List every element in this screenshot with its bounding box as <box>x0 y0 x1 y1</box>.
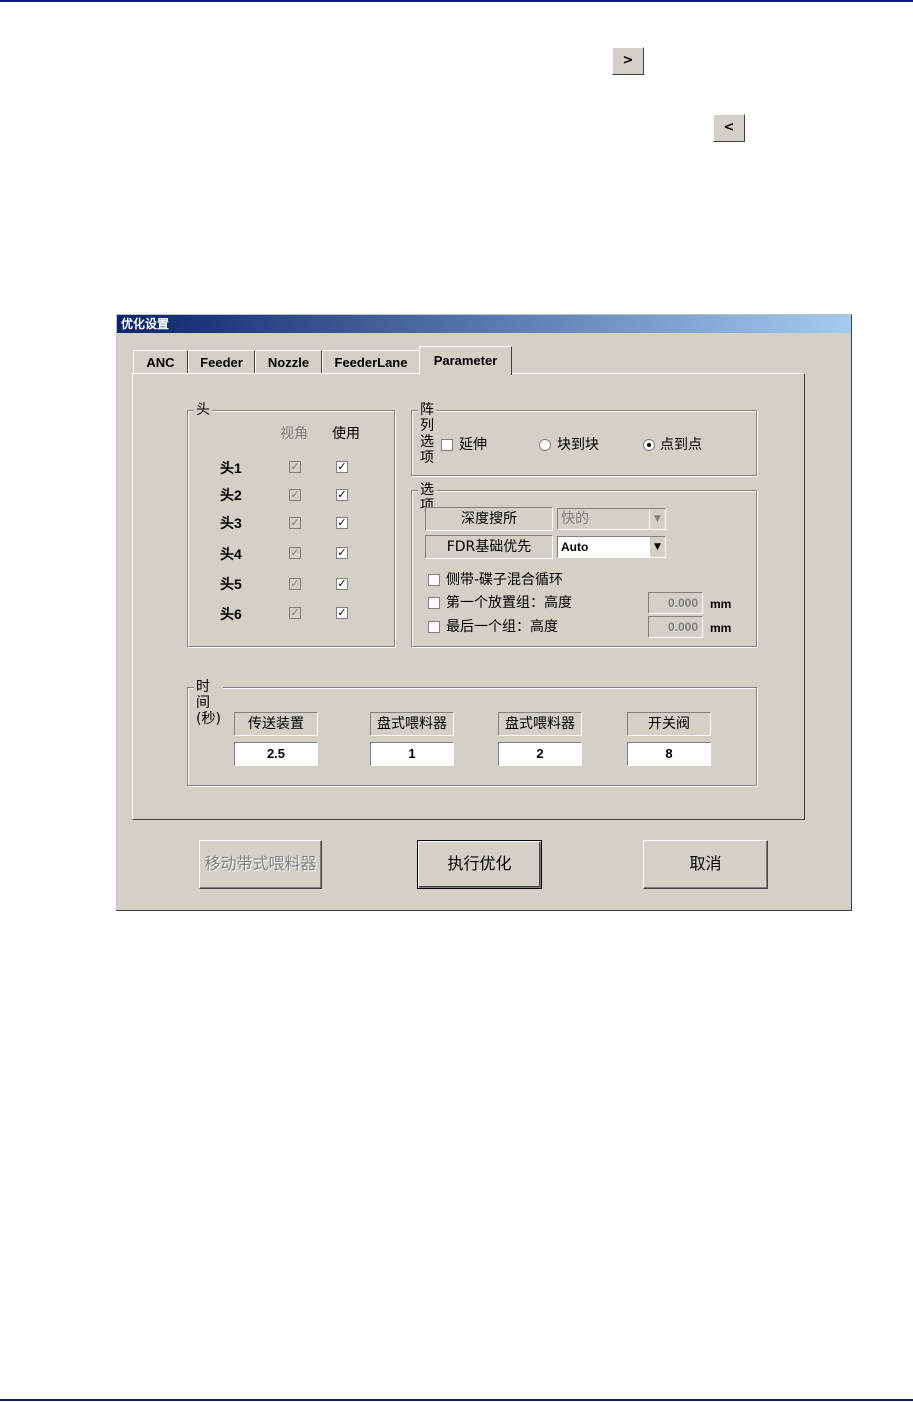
conveyor-label: 传送装置 <box>234 712 318 736</box>
head-1-label: 头1 <box>220 460 242 476</box>
point-to-point-radio[interactable] <box>643 439 655 451</box>
head-6-vision-checkbox: ✓ <box>289 606 301 619</box>
fdr-priority-label: FDR基础优先 <box>425 535 553 559</box>
fdr-priority-value: Auto <box>561 540 589 554</box>
tray-feeder-1-time-input[interactable]: 1 <box>370 742 454 766</box>
head-3-use-checkbox[interactable]: ✓ <box>336 517 348 529</box>
page-bottom-rule <box>0 1399 913 1401</box>
tab-feeder[interactable]: Feeder <box>188 350 255 374</box>
last-group-height-checkbox[interactable] <box>428 621 440 633</box>
last-group-height-input: 0.000 <box>648 616 703 638</box>
head-2-vision-checkbox: ✓ <box>289 488 301 501</box>
radio-selected-dot <box>647 443 651 447</box>
head-5-vision-checkbox: ✓ <box>289 577 301 590</box>
tab-parameter[interactable]: Parameter <box>419 346 512 375</box>
extend-label: 延伸 <box>459 437 487 453</box>
head-1-use-checkbox[interactable]: ✓ <box>336 461 348 473</box>
head-5-use-checkbox[interactable]: ✓ <box>336 578 348 590</box>
array-options-title: 阵列选项 <box>418 402 436 466</box>
fdr-priority-select[interactable]: Auto ▼ <box>557 536 666 558</box>
head-2-label: 头2 <box>220 487 242 503</box>
mix-loop-checkbox[interactable] <box>428 574 440 586</box>
head-4-use-checkbox[interactable]: ✓ <box>336 547 348 559</box>
first-group-unit: mm <box>710 597 732 611</box>
cancel-button[interactable]: 取消 <box>643 840 768 889</box>
tray-feeder-2-time-input[interactable]: 2 <box>498 742 582 766</box>
tab-nozzle[interactable]: Nozzle <box>255 350 322 374</box>
conveyor-time-input[interactable]: 2.5 <box>234 742 318 766</box>
head-3-vision-checkbox: ✓ <box>289 516 301 529</box>
time-group-title: 时间(秒) <box>194 679 223 727</box>
block-to-block-radio[interactable] <box>539 439 551 451</box>
next-arrow-button[interactable]: > <box>612 47 644 75</box>
switch-valve-time-input[interactable]: 8 <box>627 742 711 766</box>
page-top-rule <box>0 0 913 2</box>
dialog-titlebar: 优化设置 <box>117 315 851 333</box>
last-group-height-label: 最后一个组：高度 <box>446 619 558 635</box>
switch-valve-label: 开关阀 <box>627 712 711 736</box>
head-1-vision-checkbox: ✓ <box>289 460 301 473</box>
last-group-unit: mm <box>710 621 732 635</box>
tray-feeder-2-label: 盘式喂料器 <box>498 712 582 736</box>
point-to-point-label: 点到点 <box>660 437 702 453</box>
depth-search-label: 深度搜所 <box>425 507 553 531</box>
prev-arrow-button[interactable]: < <box>713 114 745 142</box>
use-column-header: 使用 <box>332 426 360 442</box>
head-6-label: 头6 <box>220 606 242 622</box>
head-3-label: 头3 <box>220 515 242 531</box>
run-optimization-button[interactable]: 执行优化 <box>417 840 542 889</box>
first-group-height-input: 0.000 <box>648 592 703 614</box>
depth-search-value: 快的 <box>561 511 589 527</box>
extend-checkbox[interactable] <box>441 439 453 451</box>
head-4-label: 头4 <box>220 546 242 562</box>
mix-loop-label: 侧带-碟子混合循环 <box>446 572 564 588</box>
chevron-down-icon[interactable]: ▼ <box>649 537 665 557</box>
head-group-title: 头 <box>194 402 212 418</box>
tab-feederlane[interactable]: FeederLane <box>322 350 420 374</box>
time-group <box>187 687 757 786</box>
head-5-label: 头5 <box>220 576 242 592</box>
tray-feeder-1-label: 盘式喂料器 <box>370 712 454 736</box>
tab-anc[interactable]: ANC <box>133 350 188 374</box>
vision-column-header: 视角 <box>280 426 308 442</box>
chevron-down-icon: ▼ <box>649 509 665 529</box>
move-tape-feeder-button: 移动带式喂料器 <box>199 840 322 889</box>
depth-search-select: 快的 ▼ <box>557 508 666 530</box>
block-to-block-label: 块到块 <box>557 437 599 453</box>
head-4-vision-checkbox: ✓ <box>289 546 301 559</box>
first-group-height-label: 第一个放置组：高度 <box>446 595 572 611</box>
head-2-use-checkbox[interactable]: ✓ <box>336 489 348 501</box>
head-6-use-checkbox[interactable]: ✓ <box>336 607 348 619</box>
first-group-height-checkbox[interactable] <box>428 597 440 609</box>
